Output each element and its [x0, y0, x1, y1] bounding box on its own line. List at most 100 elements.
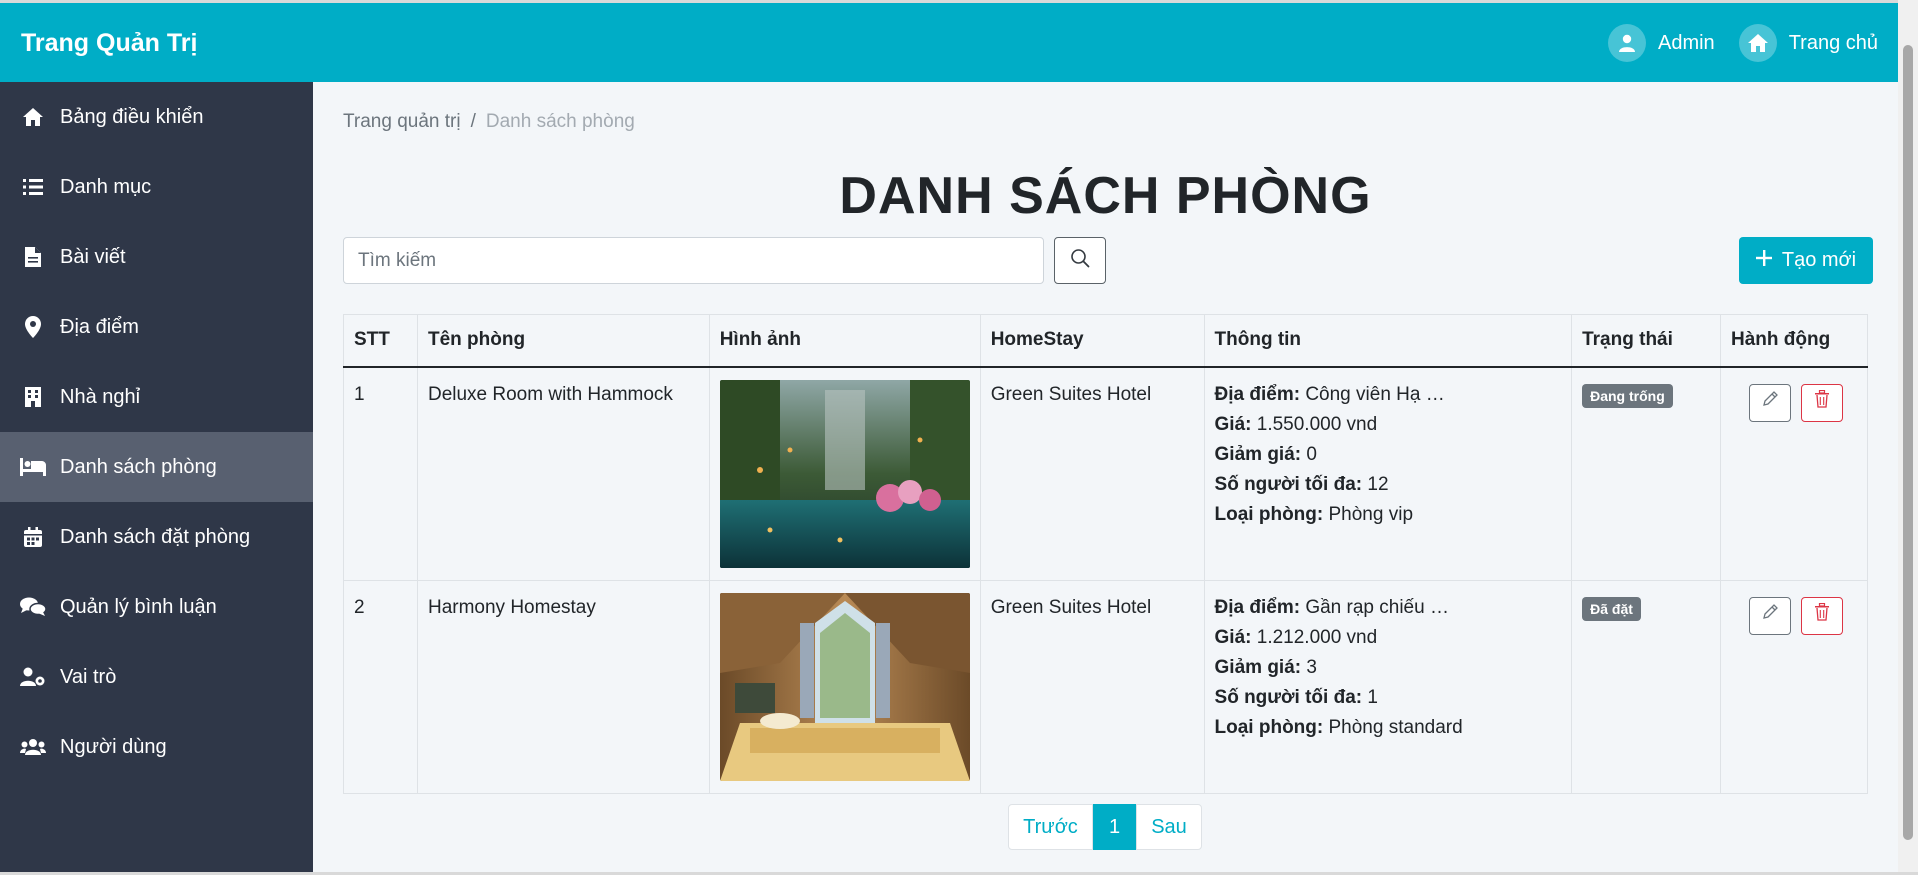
edit-button[interactable] — [1748, 383, 1791, 422]
sidebar-item-roles[interactable]: Vai trò — [0, 642, 313, 712]
sidebar-item-label: Địa điểm — [60, 315, 139, 338]
info-max-people: Số người tối đa: 1 — [1214, 686, 1378, 708]
pencil-icon — [1761, 601, 1779, 631]
trash-icon — [1814, 601, 1830, 631]
sidebar-item-label: Danh sách phòng — [60, 455, 217, 478]
trash-icon — [1814, 388, 1830, 418]
cell-homestay: Green Suites Hotel — [979, 366, 1205, 581]
cell-actions — [1719, 579, 1869, 794]
info-price: Giá: 1.550.000 vnd — [1214, 413, 1378, 435]
cell-room-name: Harmony Homestay — [416, 579, 710, 794]
cell-status: Đang trống — [1571, 366, 1721, 581]
room-photo — [719, 592, 970, 781]
pagination-next[interactable]: Sau — [1136, 804, 1202, 850]
info-price: Giá: 1.212.000 vnd — [1214, 626, 1378, 648]
sidebar-item-label: Vai trò — [60, 665, 117, 688]
search-button[interactable] — [1054, 237, 1106, 284]
admin-label: Admin — [1657, 31, 1715, 54]
pencil-icon — [1761, 388, 1779, 418]
room-photo — [719, 379, 970, 568]
user-gear-icon — [20, 667, 46, 687]
info-location: Địa điểm: Gần rạp chiếu … — [1214, 596, 1449, 618]
breadcrumb-root[interactable]: Trang quản trị — [343, 111, 461, 133]
users-icon — [20, 738, 46, 756]
breadcrumb-separator: / — [470, 111, 476, 132]
sidebar-item-users[interactable]: Người dùng — [0, 712, 313, 782]
delete-button[interactable] — [1800, 383, 1843, 422]
col-header-homestay: HomeStay — [979, 314, 1205, 368]
file-icon — [20, 247, 46, 267]
status-badge: Đang trống — [1582, 383, 1673, 408]
cell-homestay: Green Suites Hotel — [979, 579, 1205, 794]
sidebar-item-dashboard[interactable]: Bảng điều khiển — [0, 82, 313, 152]
sidebar-item-label: Bảng điều khiển — [60, 105, 204, 128]
col-header-name: Tên phòng — [416, 314, 710, 368]
info-room-type: Loại phòng: Phòng standard — [1214, 716, 1463, 738]
sidebar-item-locations[interactable]: Địa điểm — [0, 292, 313, 362]
page-title: DANH SÁCH PHÒNG — [839, 167, 1372, 225]
cell-stt: 1 — [343, 366, 418, 581]
home-label: Trang chủ — [1788, 31, 1878, 54]
col-header-info: Thông tin — [1203, 314, 1573, 368]
search-input[interactable] — [343, 237, 1044, 284]
sidebar-item-categories[interactable]: Danh mục — [0, 152, 313, 222]
top-nav: Admin Trang chủ — [1607, 24, 1878, 62]
cell-info: Địa điểm: Gần rạp chiếu … Giá: 1.212.000… — [1203, 579, 1573, 794]
vertical-scrollbar[interactable] — [1898, 0, 1918, 872]
delete-button[interactable] — [1800, 596, 1843, 635]
sidebar-item-guesthouses[interactable]: Nhà nghỉ — [0, 362, 313, 432]
sidebar-item-comments[interactable]: Quản lý bình luận — [0, 572, 313, 642]
edit-button[interactable] — [1748, 596, 1791, 635]
admin-menu[interactable]: Admin — [1607, 24, 1715, 62]
user-icon — [1607, 24, 1646, 62]
cell-image — [708, 366, 981, 581]
create-label: Tạo mới — [1781, 249, 1857, 271]
comments-icon — [20, 597, 46, 617]
table-row: 1 Deluxe Room with Hammock Green Suites … — [343, 366, 1869, 581]
building-icon — [20, 387, 46, 407]
top-navbar: Trang Quản Trị Admin Trang chủ — [0, 3, 1898, 82]
calendar-icon — [20, 527, 46, 547]
col-header-actions: Hành động — [1719, 314, 1869, 368]
info-location: Địa điểm: Công viên Hạ … — [1214, 383, 1445, 405]
sidebar-item-label: Nhà nghỉ — [60, 385, 141, 408]
sidebar-item-label: Bài viết — [60, 245, 126, 268]
pagination-page-current[interactable]: 1 — [1093, 804, 1136, 850]
cell-image — [708, 579, 981, 794]
sidebar-item-label: Danh mục — [60, 175, 152, 198]
info-discount: Giảm giá: 0 — [1214, 443, 1317, 465]
home-icon — [20, 107, 46, 127]
search-icon — [1070, 248, 1090, 273]
rooms-table: STT Tên phòng Hình ảnh HomeStay Thông ti… — [343, 314, 1869, 794]
cell-room-name: Deluxe Room with Hammock — [416, 366, 710, 581]
info-discount: Giảm giá: 3 — [1214, 656, 1317, 678]
sidebar-item-label: Quản lý bình luận — [60, 595, 217, 618]
brand-title[interactable]: Trang Quản Trị — [21, 29, 197, 58]
row-actions — [1731, 593, 1857, 635]
table-row: 2 Harmony Homestay Green Suites Hotel Đị… — [343, 579, 1869, 794]
sidebar-item-rooms[interactable]: Danh sách phòng — [0, 432, 313, 502]
sidebar-item-bookings[interactable]: Danh sách đặt phòng — [0, 502, 313, 572]
cell-stt: 2 — [343, 579, 418, 794]
breadcrumb-current: Danh sách phòng — [485, 111, 635, 132]
col-header-status: Trạng thái — [1571, 314, 1721, 368]
scrollbar-thumb[interactable] — [1903, 45, 1913, 840]
main-content: Trang quản trị / Danh sách phòng DANH SÁ… — [313, 82, 1898, 872]
table-header-row: STT Tên phòng Hình ảnh HomeStay Thông ti… — [343, 314, 1869, 368]
map-pin-icon — [20, 316, 46, 338]
cell-status: Đã đặt — [1571, 579, 1721, 794]
col-header-stt: STT — [343, 314, 418, 368]
pagination: Trước 1 Sau — [1008, 804, 1202, 850]
cell-info: Địa điểm: Công viên Hạ … Giá: 1.550.000 … — [1203, 366, 1573, 581]
breadcrumb: Trang quản trị / Danh sách phòng — [343, 111, 635, 133]
sidebar-item-label: Danh sách đặt phòng — [60, 525, 251, 548]
create-button[interactable]: Tạo mới — [1739, 237, 1873, 284]
pagination-prev[interactable]: Trước — [1008, 804, 1093, 850]
col-header-image: Hình ảnh — [708, 314, 981, 368]
sidebar-item-posts[interactable]: Bài viết — [0, 222, 313, 292]
home-link[interactable]: Trang chủ — [1738, 24, 1878, 62]
info-room-type: Loại phòng: Phòng vip — [1214, 503, 1414, 525]
status-badge: Đã đặt — [1582, 596, 1641, 621]
sidebar: Bảng điều khiển Danh mục Bài viết Địa đi… — [0, 82, 313, 872]
home-icon — [1738, 24, 1777, 62]
